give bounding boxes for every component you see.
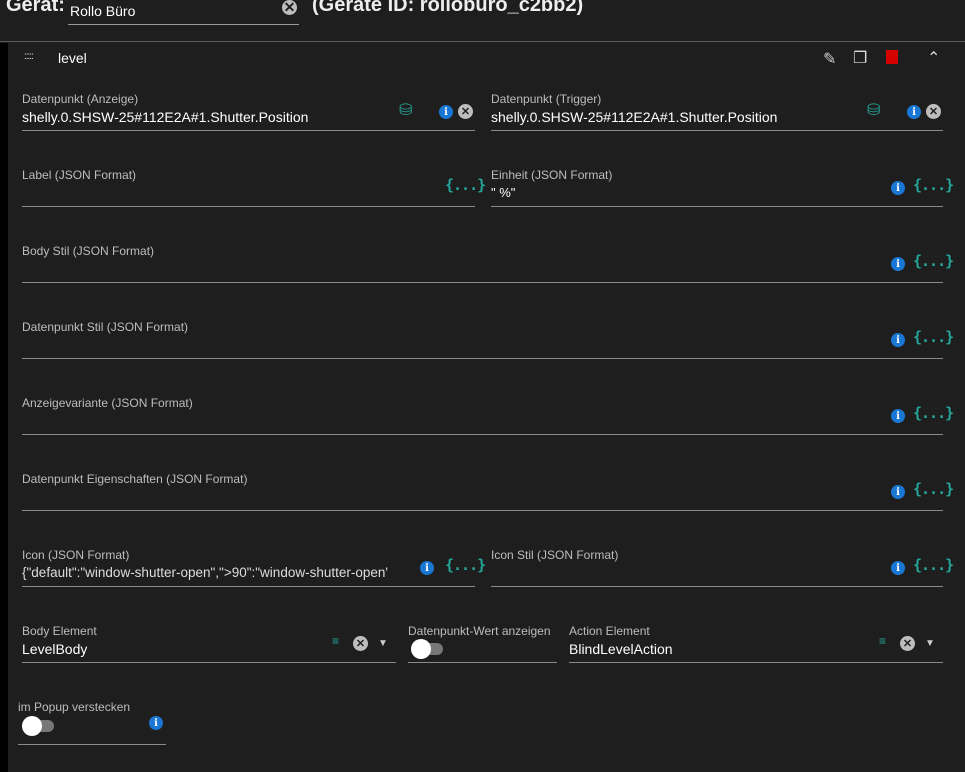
field-label: Icon (JSON Format): [22, 548, 130, 562]
json-editor-icon[interactable]: {...}: [913, 252, 954, 270]
clear-icon[interactable]: ✕: [900, 636, 915, 651]
clear-icon[interactable]: ✕: [458, 104, 473, 119]
json-editor-icon[interactable]: {...}: [913, 176, 954, 194]
body-element-select[interactable]: Body Element LevelBody: [22, 624, 396, 663]
info-icon[interactable]: i: [907, 105, 921, 119]
field-value[interactable]: BlindLevelAction: [569, 641, 673, 657]
dp-style-field[interactable]: Datenpunkt Stil (JSON Format): [22, 320, 943, 359]
device-name-value: Rollo Büro: [70, 3, 136, 19]
edit-list-icon[interactable]: ≡: [879, 634, 886, 648]
field-value[interactable]: {"default":"window-shutter-open",">90":"…: [22, 565, 404, 580]
field-value[interactable]: shelly.0.SHSW-25#112E2A#1.Shutter.Positi…: [491, 109, 777, 125]
dp-properties-field[interactable]: Datenpunkt Eigenschaften (JSON Format): [22, 472, 943, 511]
info-icon[interactable]: i: [891, 333, 905, 347]
info-icon[interactable]: i: [420, 561, 434, 575]
field-label: im Popup verstecken: [18, 700, 131, 714]
field-label: Anzeigevariante (JSON Format): [22, 396, 193, 410]
json-editor-icon[interactable]: {...}: [913, 328, 954, 346]
field-value[interactable]: shelly.0.SHSW-25#112E2A#1.Shutter.Positi…: [22, 109, 308, 125]
field-label: Action Element: [569, 624, 650, 638]
field-label: Label (JSON Format): [22, 168, 137, 182]
info-icon[interactable]: i: [891, 257, 905, 271]
info-icon[interactable]: i: [439, 105, 453, 119]
json-editor-icon[interactable]: {...}: [913, 404, 954, 422]
drag-handle-icon[interactable]: :::::: [24, 51, 34, 62]
database-search-icon[interactable]: ⛁: [867, 100, 880, 120]
info-icon[interactable]: i: [891, 485, 905, 499]
copy-icon[interactable]: ❐: [853, 48, 867, 68]
action-element-select[interactable]: Action Element BlindLevelAction: [569, 624, 943, 663]
panel-title: level: [58, 50, 87, 66]
icon-field[interactable]: Icon (JSON Format) {"default":"window-sh…: [22, 548, 475, 587]
panel-left-border: [0, 43, 8, 772]
unit-field[interactable]: Einheit (JSON Format) " %": [491, 168, 943, 207]
field-label: Body Stil (JSON Format): [22, 244, 155, 258]
field-label: Datenpunkt Eigenschaften (JSON Format): [22, 472, 248, 486]
info-icon[interactable]: i: [891, 181, 905, 195]
field-label: Datenpunkt (Anzeige): [22, 92, 139, 106]
json-editor-icon[interactable]: {...}: [445, 176, 486, 194]
body-style-field[interactable]: Body Stil (JSON Format): [22, 244, 943, 283]
device-id: (Geräte ID: rolloburo_c2bb2): [312, 0, 584, 16]
info-icon[interactable]: i: [891, 409, 905, 423]
icon-style-field[interactable]: Icon Stil (JSON Format): [491, 548, 943, 587]
field-label: Datenpunkt (Trigger): [491, 92, 602, 106]
clear-icon[interactable]: ✕: [282, 0, 297, 15]
display-variant-field[interactable]: Anzeigevariante (JSON Format): [22, 396, 943, 435]
delete-icon[interactable]: [886, 50, 898, 64]
field-label: Einheit (JSON Format): [491, 168, 613, 182]
show-value-toggle[interactable]: [411, 639, 447, 659]
dropdown-arrow-icon[interactable]: ▼: [378, 638, 388, 649]
hide-popup-toggle[interactable]: [22, 716, 58, 736]
edit-icon[interactable]: ✎: [823, 49, 836, 69]
edit-list-icon[interactable]: ≡: [332, 634, 339, 648]
field-value[interactable]: LevelBody: [22, 641, 87, 657]
field-label: Body Element: [22, 624, 97, 638]
device-name-input[interactable]: Rollo Büro ✕: [68, 0, 299, 25]
field-label: Icon Stil (JSON Format): [491, 548, 619, 562]
clear-icon[interactable]: ✕: [353, 636, 368, 651]
database-search-icon[interactable]: ⛁: [399, 100, 412, 120]
json-editor-icon[interactable]: {...}: [913, 480, 954, 498]
field-label: Datenpunkt Stil (JSON Format): [22, 320, 189, 334]
field-label: Datenpunkt-Wert anzeigen: [408, 624, 551, 638]
field-value[interactable]: " %": [491, 185, 515, 200]
dropdown-arrow-icon[interactable]: ▼: [925, 638, 935, 649]
info-icon[interactable]: i: [149, 716, 163, 730]
clear-icon[interactable]: ✕: [926, 104, 941, 119]
info-icon[interactable]: i: [891, 561, 905, 575]
show-value-toggle-field: Datenpunkt-Wert anzeigen: [408, 624, 557, 663]
device-header: Gerät: Rollo Büro ✕ (Geräte ID: rollobur…: [0, 0, 965, 42]
device-label: Gerät:: [6, 0, 65, 16]
json-editor-icon[interactable]: {...}: [913, 556, 954, 574]
label-field[interactable]: Label (JSON Format): [22, 168, 475, 207]
hide-popup-toggle-field: im Popup verstecken: [18, 700, 166, 745]
json-editor-icon[interactable]: {...}: [445, 556, 486, 574]
collapse-icon[interactable]: ⌃: [927, 48, 940, 68]
